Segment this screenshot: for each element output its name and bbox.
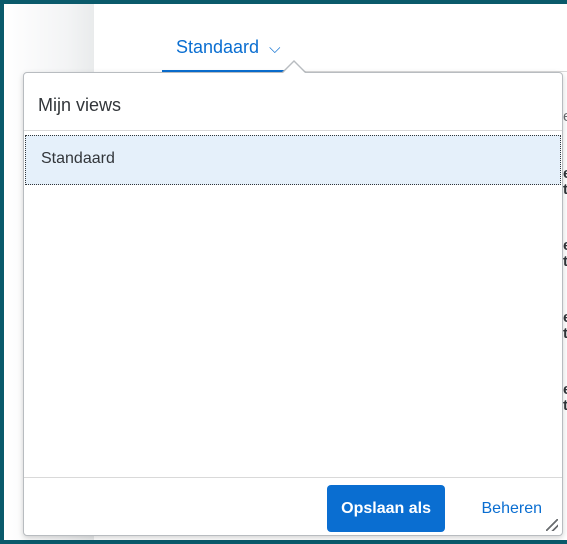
popover-title: Mijn views	[38, 95, 122, 115]
variant-selector[interactable]: Standaard ⌵	[162, 24, 292, 72]
views-popover: Mijn views Standaard Opslaan als Beheren	[23, 72, 563, 536]
background-text-fragment: organisat	[489, 538, 557, 540]
popover-arrow-fill	[283, 62, 305, 73]
background-text-fragment: e	[563, 108, 567, 126]
chevron-down-icon: ⌵	[269, 39, 281, 57]
background-text-fragment: dienstverplaatsingen	[175, 538, 325, 540]
variant-selector-label: Standaard	[176, 36, 260, 57]
view-list-item-label: Standaard	[41, 150, 115, 167]
background-text-fragment: t	[563, 253, 567, 271]
popover-footer: Opslaan als Beheren	[24, 477, 562, 535]
manage-button[interactable]: Beheren	[474, 485, 551, 532]
background-text-fragment: t	[563, 397, 567, 415]
title-divider	[24, 130, 562, 131]
background-text-fragment: t	[563, 325, 567, 343]
background-text-fragment: t	[563, 181, 567, 199]
save-as-button[interactable]: Opslaan als	[327, 485, 445, 532]
view-list-item-standaard[interactable]: Standaard	[25, 135, 561, 185]
resize-grip-icon[interactable]	[546, 519, 558, 531]
